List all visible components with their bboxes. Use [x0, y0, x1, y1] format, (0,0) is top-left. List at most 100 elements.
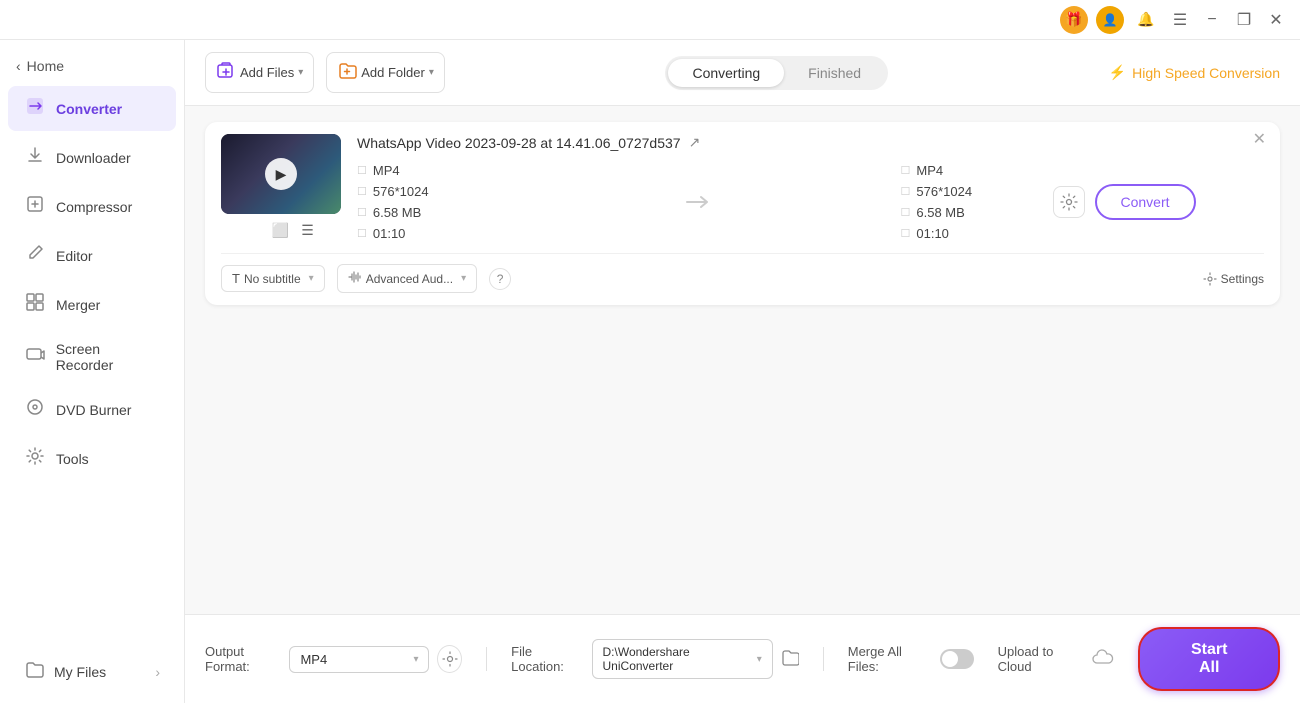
top-toolbar: Add Files ▾ Add Folder ▾ Converting — [185, 40, 1300, 106]
file-location-value: D:\Wondershare UniConverter — [603, 645, 753, 673]
merge-files-field: Merge All Files: — [848, 644, 974, 674]
output-format-select[interactable]: MP4 ▾ — [289, 646, 429, 673]
add-files-button[interactable]: Add Files ▾ — [205, 52, 314, 93]
output-format-field: Output Format: MP4 ▾ — [205, 644, 462, 674]
dst-size-check: ☐ — [901, 206, 911, 219]
output-format-label: Output Format: — [205, 644, 281, 674]
high-speed-conversion[interactable]: ⚡ High Speed Conversion — [1109, 64, 1280, 81]
play-button[interactable]: ▶ — [265, 158, 297, 190]
src-duration-check: ☐ — [357, 227, 367, 240]
cut-icon[interactable]: ✂ — [248, 222, 260, 239]
sidebar-item-myfiles[interactable]: My Files › — [8, 650, 176, 693]
app-body: ‹ Home Converter Downloader — [0, 40, 1300, 703]
format-settings-icon[interactable] — [1053, 186, 1085, 218]
close-button[interactable]: ✕ — [1264, 8, 1288, 32]
file-location-select[interactable]: D:\Wondershare UniConverter ▾ — [592, 639, 773, 679]
dest-format-wrap: ☐ MP4 ☐ 576*1024 ☐ 6.58 — [901, 163, 1265, 241]
tools-icon — [24, 446, 46, 471]
external-link-icon[interactable]: ↗ — [689, 134, 701, 151]
downloader-icon — [24, 145, 46, 170]
settings-button[interactable]: Settings — [1203, 272, 1264, 286]
format-arrow — [497, 194, 901, 210]
file-location-field: File Location: D:\Wondershare UniConvert… — [511, 639, 799, 679]
convert-button[interactable]: Convert — [1095, 184, 1196, 220]
format-row: ☐ MP4 ☐ 576*1024 ☐ 6.58 MB — [357, 163, 1264, 241]
user-avatar[interactable]: 👤 — [1096, 6, 1124, 34]
screen-recorder-icon — [24, 345, 46, 370]
toolbar-left: Add Files ▾ Add Folder ▾ — [205, 52, 445, 93]
advanced-audio-select[interactable]: Advanced Aud... ▾ — [337, 264, 477, 293]
src-format-field: ☐ MP4 — [357, 163, 497, 178]
compressor-label: Compressor — [56, 199, 132, 215]
video-title: WhatsApp Video 2023-09-28 at 14.41.06_07… — [357, 134, 1264, 151]
merge-files-toggle[interactable] — [940, 649, 974, 669]
src-format-check: ☐ — [357, 164, 367, 177]
video-card-footer: T No subtitle ▾ Advanced Aud... ▾ — [221, 253, 1264, 293]
editor-icon — [24, 243, 46, 268]
dst-size-field: ☐ 6.58 MB — [901, 205, 1041, 220]
sidebar-item-downloader[interactable]: Downloader — [8, 135, 176, 180]
advanced-audio-label: Advanced Aud... — [366, 272, 453, 286]
src-resolution-value: 576*1024 — [373, 184, 429, 199]
bottom-bar: Output Format: MP4 ▾ File Location: D:\W… — [185, 614, 1300, 703]
upload-cloud-label: Upload to Cloud — [998, 644, 1085, 674]
sidebar-item-dvd-burner[interactable]: DVD Burner — [8, 387, 176, 432]
sidebar-item-tools[interactable]: Tools — [8, 436, 176, 481]
subtitle-label: No subtitle — [244, 272, 301, 286]
tab-converting[interactable]: Converting — [668, 59, 784, 87]
editor-label: Editor — [56, 248, 93, 264]
file-location-browse-icon[interactable] — [781, 649, 799, 670]
sidebar-item-editor[interactable]: Editor — [8, 233, 176, 278]
start-all-button[interactable]: Start All — [1138, 627, 1280, 691]
minimize-button[interactable]: − — [1200, 8, 1224, 32]
converter-label: Converter — [56, 101, 122, 117]
divider2 — [823, 647, 824, 671]
subtitle-select[interactable]: T No subtitle ▾ — [221, 265, 325, 292]
lightning-icon: ⚡ — [1109, 64, 1126, 81]
close-video-button[interactable]: ✕ — [1253, 132, 1266, 148]
content-area: ✕ ▶ ✂ ⬜ ☰ — [185, 106, 1300, 614]
myfiles-arrow-icon: › — [155, 664, 160, 680]
cloud-icon[interactable] — [1092, 649, 1114, 670]
add-files-label: Add Files — [240, 65, 294, 80]
sidebar-item-converter[interactable]: Converter — [8, 86, 176, 131]
video-card: ✕ ▶ ✂ ⬜ ☰ — [205, 122, 1280, 305]
output-format-settings-icon[interactable] — [437, 645, 462, 673]
dst-duration-check: ☐ — [901, 227, 911, 240]
home-label: Home — [27, 58, 64, 74]
dvd-burner-label: DVD Burner — [56, 402, 131, 418]
titlebar: 🎁 👤 🔔 ☰ − ❐ ✕ — [0, 0, 1300, 40]
gift-icon[interactable]: 🎁 — [1060, 6, 1088, 34]
divider — [486, 647, 487, 671]
restore-button[interactable]: ❐ — [1232, 8, 1256, 32]
src-size-value: 6.58 MB — [373, 205, 421, 220]
tab-group: Converting Finished — [665, 56, 888, 90]
crop-icon[interactable]: ⬜ — [272, 222, 289, 239]
back-home-button[interactable]: ‹ Home — [0, 48, 184, 84]
add-folder-button[interactable]: Add Folder ▾ — [326, 52, 445, 93]
advanced-dropdown-icon: ▾ — [461, 273, 466, 284]
merger-icon — [24, 292, 46, 317]
add-folder-label: Add Folder — [361, 65, 425, 80]
info-button[interactable]: ? — [489, 268, 511, 290]
notification-icon[interactable]: 🔔 — [1132, 6, 1160, 34]
settings-label: Settings — [1221, 272, 1264, 286]
sidebar-item-screen-recorder[interactable]: Screen Recorder — [8, 331, 176, 383]
subtitle-icon: T — [232, 271, 240, 286]
src-duration-value: 01:10 — [373, 226, 406, 241]
src-size-field: ☐ 6.58 MB — [357, 205, 497, 220]
dst-size-value: 6.58 MB — [916, 205, 964, 220]
list-icon[interactable]: ☰ — [301, 222, 314, 239]
tab-finished[interactable]: Finished — [784, 59, 885, 87]
sidebar-item-merger[interactable]: Merger — [8, 282, 176, 327]
screen-recorder-label: Screen Recorder — [56, 341, 160, 373]
subtitle-dropdown-icon: ▾ — [309, 273, 314, 284]
menu-button[interactable]: ☰ — [1168, 8, 1192, 32]
dst-format-check: ☐ — [901, 164, 911, 177]
merger-label: Merger — [56, 297, 100, 313]
myfiles-icon — [24, 660, 44, 683]
dst-duration-field: ☐ 01:10 — [901, 226, 1041, 241]
video-info: WhatsApp Video 2023-09-28 at 14.41.06_07… — [357, 134, 1264, 241]
sidebar-item-compressor[interactable]: Compressor — [8, 184, 176, 229]
video-card-header: ▶ ✂ ⬜ ☰ WhatsApp Video 2023-09-28 at 14.… — [221, 134, 1264, 241]
